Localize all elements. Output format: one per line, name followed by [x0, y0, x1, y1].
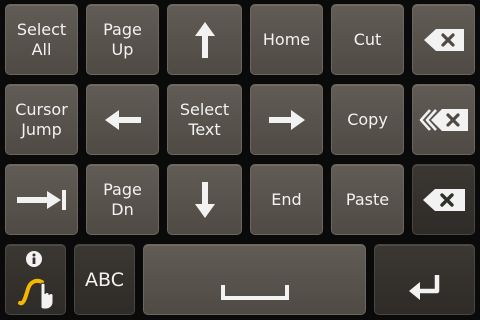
cut-label: Cut	[353, 29, 382, 49]
abc-key[interactable]: ABC	[74, 244, 135, 315]
page-up-label: Page Up	[103, 19, 142, 59]
copy-label: Copy	[347, 109, 388, 129]
delete-forward-icon	[422, 188, 465, 211]
arrow-left-icon	[104, 109, 141, 130]
backspace-icon	[423, 28, 464, 51]
enter-key[interactable]	[374, 244, 475, 315]
info-icon	[25, 250, 42, 267]
cursor-jump-key[interactable]: Cursor Jump	[5, 84, 78, 155]
copy-key[interactable]: Copy	[331, 84, 404, 155]
enter-icon	[408, 274, 439, 300]
space-bar-icon	[220, 284, 289, 300]
delete-word-key[interactable]	[412, 84, 475, 155]
delete-forward-key[interactable]	[412, 164, 475, 235]
end-label: End	[271, 189, 302, 209]
cut-key[interactable]: Cut	[331, 4, 404, 75]
page-up-key[interactable]: Page Up	[86, 4, 159, 75]
select-all-key[interactable]: Select All	[5, 4, 78, 75]
arrow-up-icon	[194, 21, 215, 58]
tab-icon	[16, 189, 66, 210]
page-dn-key[interactable]: Page Dn	[86, 164, 159, 235]
delete-word-icon	[419, 108, 468, 131]
select-text-label: Select Text	[179, 99, 230, 139]
end-key[interactable]: End	[250, 164, 323, 235]
arrow-down-icon	[194, 181, 215, 218]
page-dn-label: Page Dn	[103, 179, 142, 219]
paste-label: Paste	[345, 189, 390, 209]
home-label: Home	[262, 29, 311, 49]
abc-label: ABC	[85, 268, 124, 291]
backspace-key[interactable]	[412, 4, 475, 75]
space-key[interactable]	[143, 244, 366, 315]
arrow-right-key[interactable]	[250, 84, 323, 155]
select-text-key[interactable]: Select Text	[167, 84, 242, 155]
arrow-right-icon	[268, 109, 305, 130]
cursor-jump-label: Cursor Jump	[15, 99, 68, 139]
arrow-up-key[interactable]	[167, 4, 242, 75]
home-key[interactable]: Home	[250, 4, 323, 75]
tab-key[interactable]	[5, 164, 78, 235]
swipe-gesture-icon	[17, 250, 53, 309]
gesture-key[interactable]	[5, 244, 66, 315]
paste-key[interactable]: Paste	[331, 164, 404, 235]
arrow-left-key[interactable]	[86, 84, 159, 155]
select-all-label: Select All	[16, 19, 67, 59]
arrow-down-key[interactable]	[167, 164, 242, 235]
